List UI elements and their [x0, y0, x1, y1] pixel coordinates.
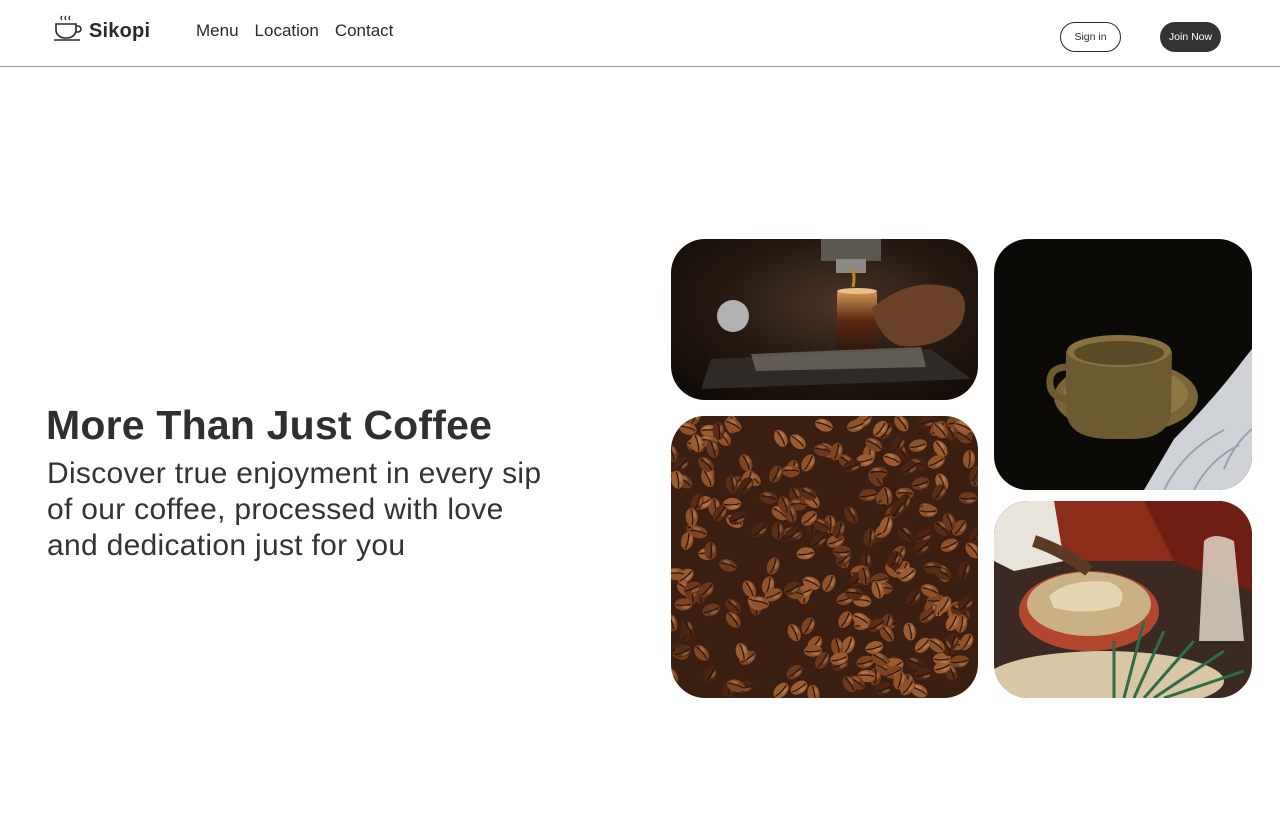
main-nav: Menu Location Contact: [196, 21, 393, 41]
brand-logo[interactable]: Sikopi: [53, 14, 151, 49]
basket-bread-photo: [994, 501, 1252, 698]
top-navbar: Sikopi Menu Location Contact Sign in Joi…: [0, 0, 1280, 67]
join-now-button[interactable]: Join Now: [1160, 22, 1221, 52]
espresso-machine-photo: [671, 239, 978, 400]
sign-in-button[interactable]: Sign in: [1060, 22, 1121, 52]
hero-title: More Than Just Coffee: [46, 402, 493, 448]
ceramic-cup-photo: [994, 239, 1252, 490]
coffee-cup-icon: [53, 14, 83, 49]
nav-link-location[interactable]: Location: [255, 21, 319, 41]
coffee-beans-photo: [671, 416, 978, 698]
brand-name: Sikopi: [89, 19, 151, 42]
nav-link-contact[interactable]: Contact: [335, 21, 394, 41]
nav-link-menu[interactable]: Menu: [196, 21, 239, 41]
hero-subtitle: Discover true enjoyment in every sip of …: [47, 457, 542, 562]
